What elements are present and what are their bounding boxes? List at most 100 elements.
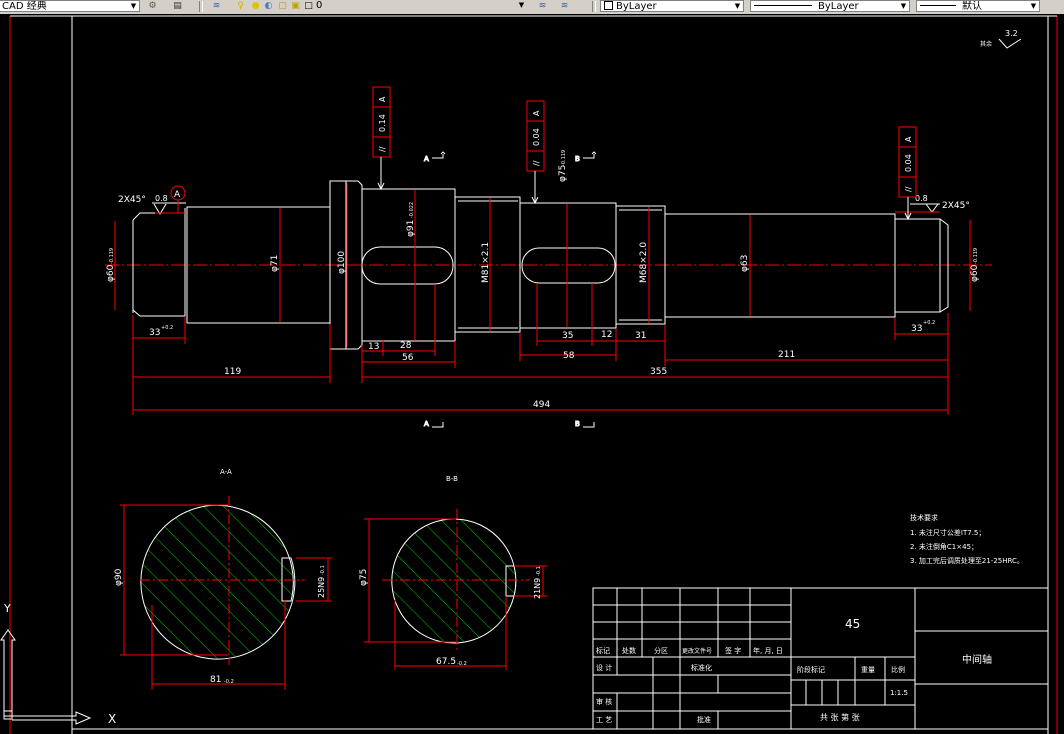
scale-label: 比例 xyxy=(891,665,905,674)
color-swatch xyxy=(604,1,613,10)
material: 45 xyxy=(845,617,860,631)
sheets: 共 张 第 张 xyxy=(820,712,860,722)
layer-value: 0 xyxy=(316,0,323,11)
fcf3-value: 0.04 xyxy=(904,154,913,172)
toolbar-menu-icon[interactable]: ▤ xyxy=(171,0,184,12)
dim-d100: φ100 xyxy=(337,251,347,274)
hdr-date: 年, 月, 日 xyxy=(753,646,783,655)
chevron-down-icon: ▼ xyxy=(130,2,137,10)
toolbar-separator xyxy=(592,1,596,12)
tol-33-left: +0.2 xyxy=(161,325,173,331)
dim-355: 355 xyxy=(650,367,667,377)
ucs-x: X xyxy=(108,712,116,726)
rough-right: 0.8 xyxy=(915,194,928,203)
hdr-sign: 签 字 xyxy=(725,646,741,655)
workspace-settings-icon[interactable]: ⚙ xyxy=(146,0,159,12)
dim-56: 56 xyxy=(402,353,414,363)
chevron-down-icon: ▼ xyxy=(1030,2,1037,10)
scale-value: 1:1.5 xyxy=(890,689,908,697)
tol-d60-right: -0.119 xyxy=(973,248,979,264)
datum-letter: A xyxy=(174,190,181,200)
ucs-y: Y xyxy=(3,602,11,615)
layer-viewport-icon[interactable]: ◐ xyxy=(262,0,275,12)
tech-item-3: 3. 加工完后调质处理至21-25HRC。 xyxy=(910,556,1024,565)
toolbar: CAD 经典 ▼ ⚙ ▤ ≋ ♀ ● ◐ ▢ ▣ □ 0 ▼ ≋ ≋ ByLayer… xyxy=(0,0,1064,15)
cut-a-top: A xyxy=(424,155,429,163)
dim-d60-right: φ60 xyxy=(970,264,980,282)
dim-33-left: 33 xyxy=(149,328,160,338)
lineweight-sample xyxy=(920,5,956,6)
hdr-change: 更改文件号 xyxy=(682,647,712,655)
layer-lock-icon[interactable]: ▢ xyxy=(276,0,289,12)
tol-d91: -0.022 xyxy=(409,202,415,218)
dim-m68: M68×2.0 xyxy=(639,242,649,283)
dim-d91: φ91 xyxy=(406,220,416,237)
section-b-dia: φ75 xyxy=(359,569,369,586)
row-standard: 标准化 xyxy=(691,663,712,672)
toolbar-separator xyxy=(199,1,203,12)
dim-35: 35 xyxy=(562,331,573,341)
layer-on-icon[interactable]: ♀ xyxy=(234,0,247,12)
rough-left: 0.8 xyxy=(155,194,168,203)
tech-item-1: 1. 未注尺寸公差IT7.5； xyxy=(910,528,985,537)
dim-d60-left: φ60 xyxy=(106,264,116,282)
dim-33-right: 33 xyxy=(911,324,922,334)
fcf3-datum: A xyxy=(904,136,913,142)
tol-d75: -0.119 xyxy=(561,150,567,166)
dim-211: 211 xyxy=(778,350,795,360)
dim-m81: M81×2.1 xyxy=(481,242,491,283)
section-b-key-tol: -0.1 xyxy=(536,566,542,576)
linetype-value: ByLayer xyxy=(818,1,859,12)
chevron-down-icon: ▼ xyxy=(518,1,525,9)
row-review: 审 核 xyxy=(596,697,612,706)
dim-31: 31 xyxy=(635,331,646,341)
layer-previous-icon[interactable]: ≋ xyxy=(558,0,571,12)
fcf1-value: 0.14 xyxy=(378,114,387,132)
dim-28: 28 xyxy=(400,341,412,351)
fcf2-datum: A xyxy=(532,110,541,116)
tech-item-2: 2. 未注倒角C1×45； xyxy=(910,542,978,551)
section-a-dia: φ90 xyxy=(114,568,124,586)
color-select[interactable]: ByLayer ▼ xyxy=(600,0,744,12)
section-b-key: 21N9 xyxy=(533,578,542,599)
drawing-canvas[interactable]: 其余 3.2 φ60 -0.119 φ71 φ100 φ91 -0.022 M8… xyxy=(0,14,1064,734)
row-design: 设 计 xyxy=(596,663,612,672)
dim-d71: φ71 xyxy=(270,255,280,272)
lineweight-select[interactable]: 默认 ▼ xyxy=(916,0,1040,12)
hdr-mark: 标记 xyxy=(596,646,610,655)
section-b-title: B-B xyxy=(446,475,458,483)
make-layer-current-icon[interactable]: ≋ xyxy=(536,0,549,12)
layer-manager-icon[interactable]: ≋ xyxy=(210,0,223,12)
linetype-sample xyxy=(754,5,812,6)
roughness-label: 其余 xyxy=(980,40,992,48)
tech-title: 技术要求 xyxy=(910,513,938,522)
chamfer-right: 2X45° xyxy=(942,201,970,211)
stage-mark: 阶段标记 xyxy=(797,665,825,674)
layer-freeze-icon[interactable]: ● xyxy=(249,0,262,12)
dim-119: 119 xyxy=(224,367,241,377)
workspace-select[interactable]: CAD 经典 ▼ xyxy=(0,0,140,12)
workspace-value: CAD 经典 xyxy=(2,1,47,12)
fcf1-datum: A xyxy=(378,96,387,102)
part-name: 中间轴 xyxy=(962,653,992,666)
layer-color-icon[interactable]: ▣ xyxy=(289,0,302,12)
section-a-title: A-A xyxy=(220,468,232,476)
hdr-zone: 分区 xyxy=(654,646,668,655)
fcf2-value: 0.04 xyxy=(532,128,541,146)
section-a-width: 81 xyxy=(210,675,221,685)
fcf2-symbol: // xyxy=(532,160,541,166)
tol-d60-left: -0.119 xyxy=(109,248,115,264)
hdr-count: 处数 xyxy=(622,646,636,655)
cut-b-top: B xyxy=(575,155,580,163)
linetype-select[interactable]: ByLayer ▼ xyxy=(750,0,910,12)
row-process: 工 艺 xyxy=(596,716,612,724)
layer-select[interactable]: 0 ▼ xyxy=(313,0,527,12)
chevron-down-icon: ▼ xyxy=(900,2,907,10)
section-a-key: 25N9 xyxy=(317,577,326,598)
weight: 重量 xyxy=(861,666,875,674)
dim-d63: φ63 xyxy=(740,255,750,272)
dim-13: 13 xyxy=(368,342,379,352)
cut-b-bottom: B xyxy=(575,420,580,428)
section-b-width-tol: -0.2 xyxy=(457,661,467,667)
section-b-width: 67.5 xyxy=(436,657,456,667)
